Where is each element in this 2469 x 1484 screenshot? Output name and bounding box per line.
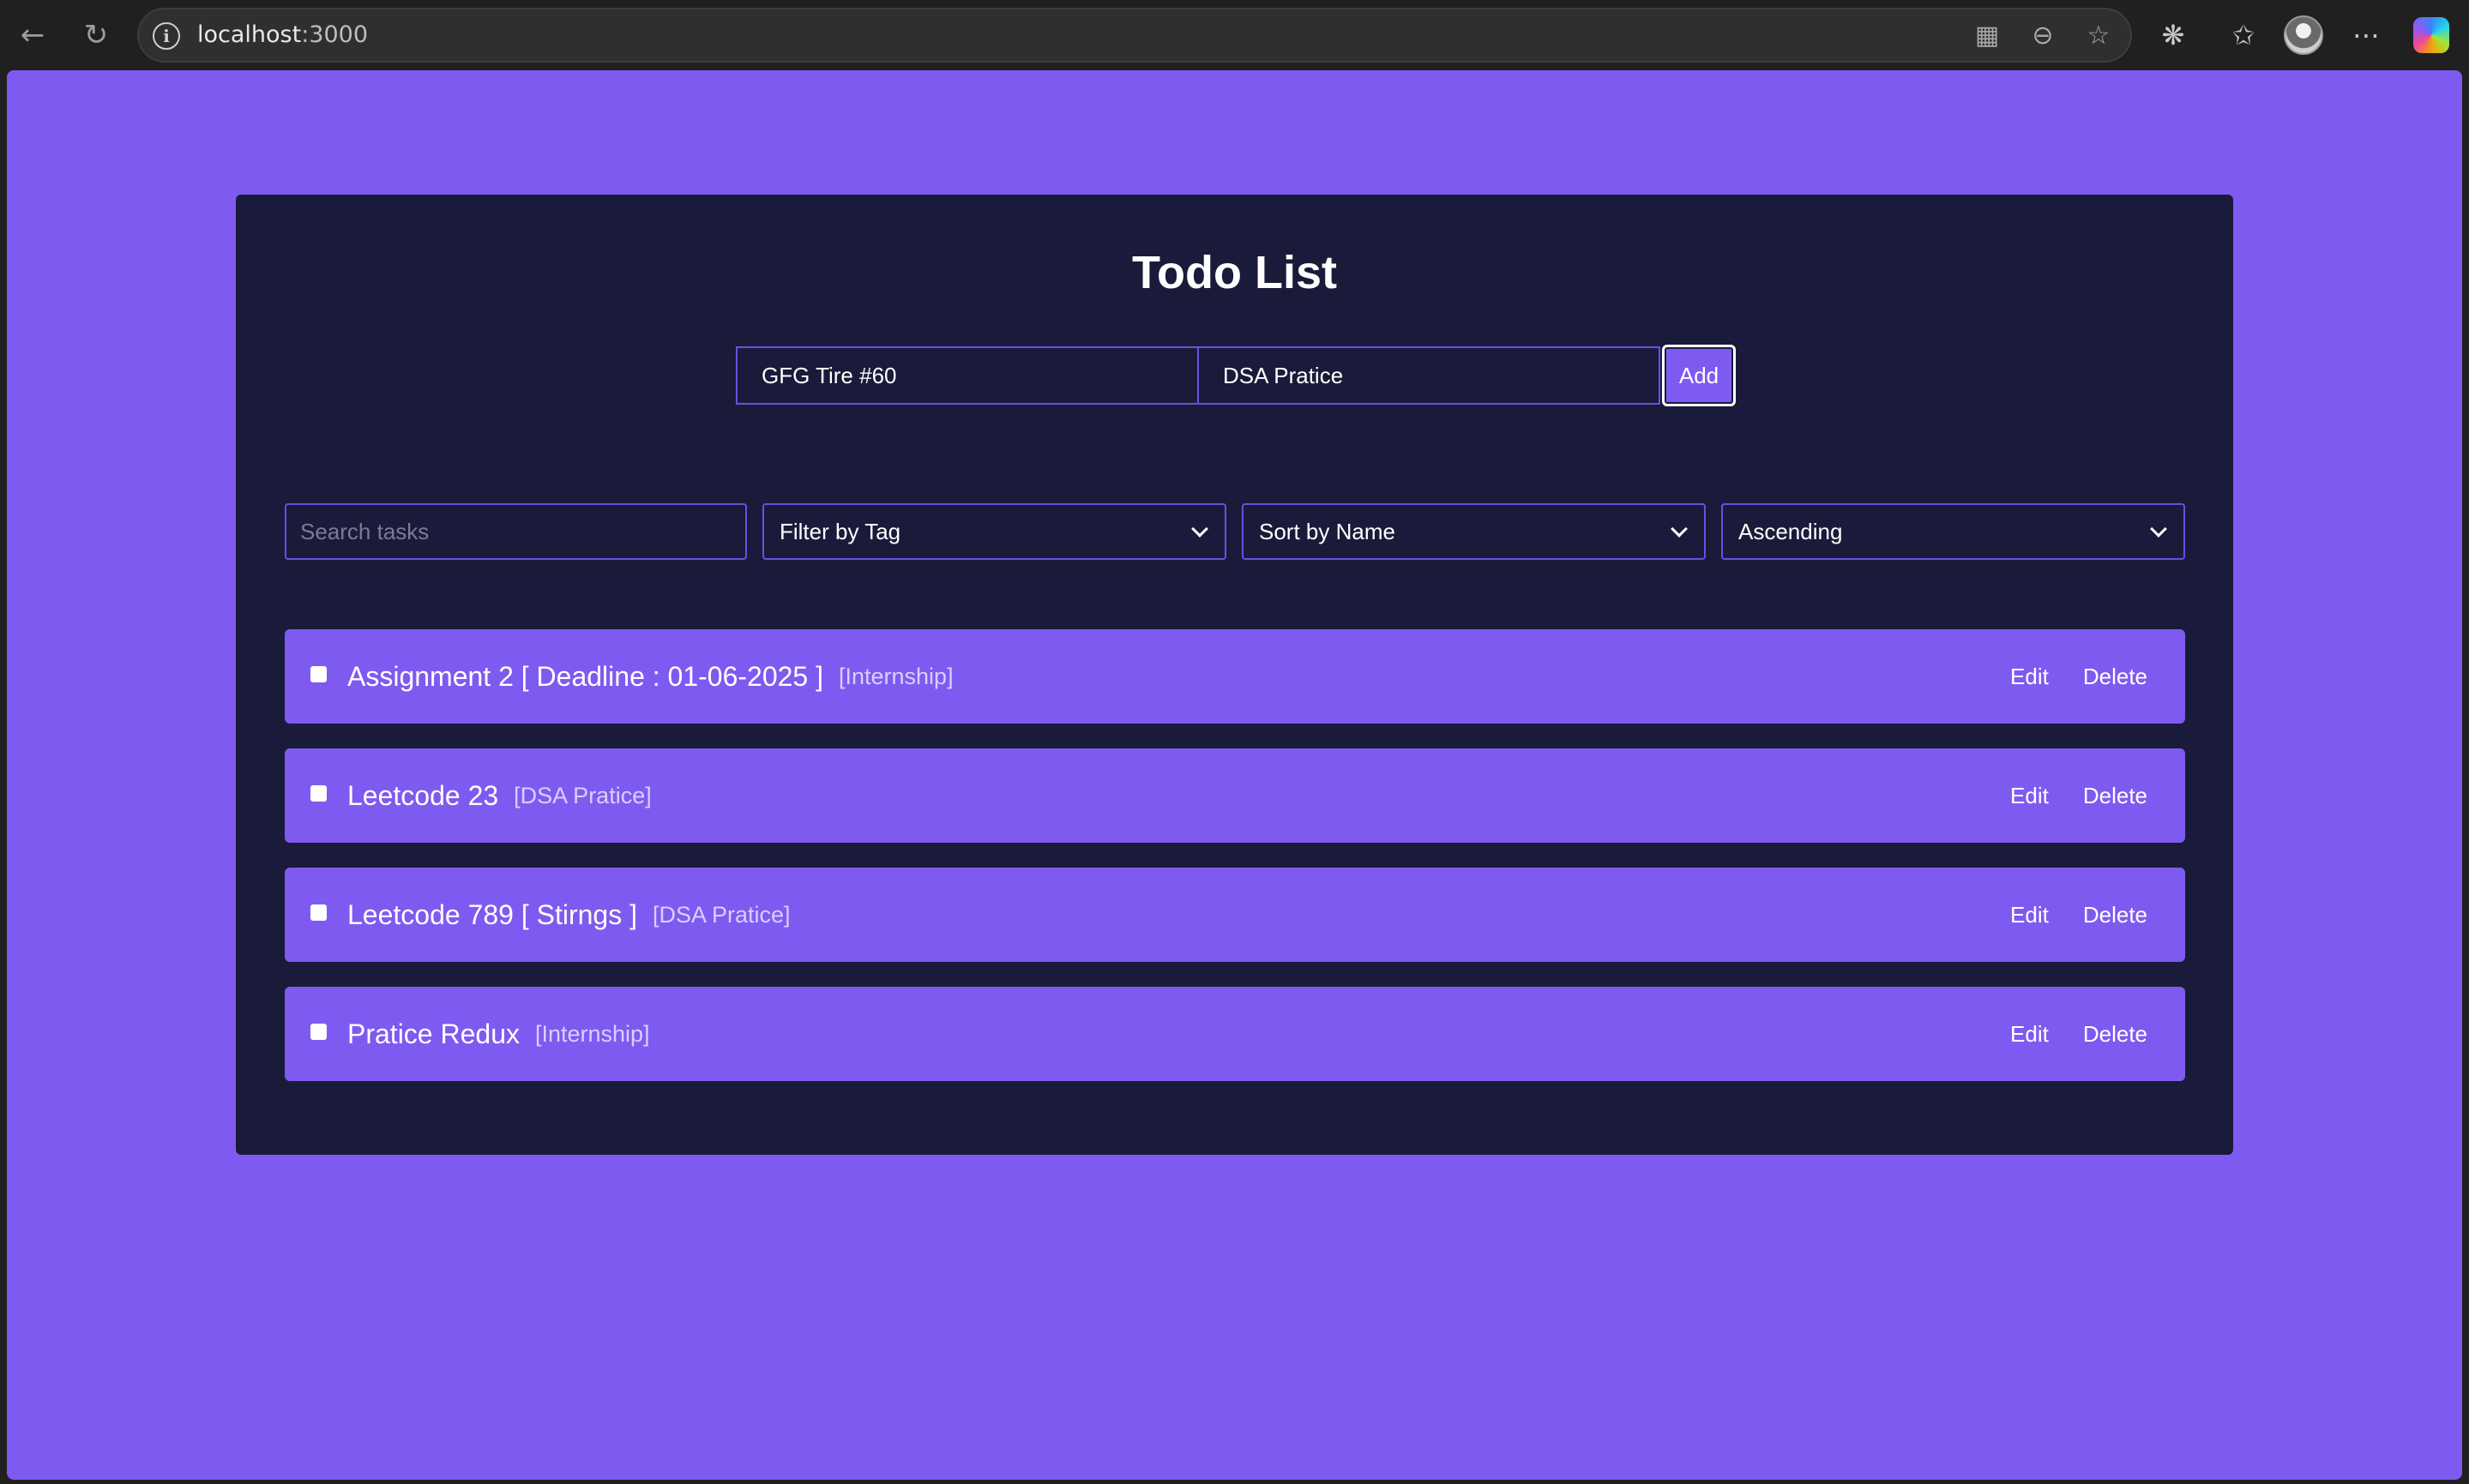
new-task-form: GFG Tire #60 DSA Pratice Add	[736, 345, 1736, 406]
task-checkbox[interactable]	[310, 784, 327, 802]
add-button[interactable]: Add	[1662, 345, 1736, 406]
puzzle-icon[interactable]: ❋	[2153, 15, 2194, 56]
task-item: Leetcode 789 [ Stirngs ] [DSA Pratice] E…	[285, 868, 2185, 962]
task-item: Assignment 2 [ Deadline : 01-06-2025 ] […	[285, 629, 2185, 724]
address-bar[interactable]: i localhost:3000 ▦ ⊖ ☆	[137, 8, 2132, 63]
sort-select-value: Sort by Name	[1259, 518, 1395, 544]
zoom-out-icon[interactable]: ⊖	[2028, 21, 2057, 51]
app-grid-icon[interactable]: ▦	[1972, 21, 2002, 51]
sort-order-select[interactable]: Ascending	[1721, 503, 2185, 560]
sort-by-select[interactable]: Sort by Name	[1242, 503, 1706, 560]
task-text: Assignment 2 [ Deadline : 01-06-2025 ]	[347, 660, 823, 692]
task-tag: [Internship]	[534, 1020, 650, 1047]
search-input[interactable]: Search tasks	[285, 503, 747, 560]
delete-button[interactable]: Delete	[2083, 1021, 2147, 1048]
task-tag: [DSA Pratice]	[514, 782, 652, 808]
back-arrow-icon[interactable]: ←	[12, 15, 53, 56]
task-name-input[interactable]: GFG Tire #60	[736, 346, 1199, 405]
star-icon[interactable]: ☆	[2084, 21, 2113, 51]
delete-button[interactable]: Delete	[2083, 664, 2147, 690]
page-viewport: Todo List GFG Tire #60 DSA Pratice Add S…	[7, 70, 2462, 1480]
favorites-icon[interactable]: ✩	[2223, 15, 2264, 56]
task-text: Pratice Redux	[347, 1018, 520, 1049]
delete-button[interactable]: Delete	[2083, 783, 2147, 809]
task-checkbox[interactable]	[310, 904, 327, 921]
filter-select-value: Filter by Tag	[780, 518, 901, 544]
task-item: Pratice Redux [Internship] Edit Delete	[285, 987, 2185, 1081]
chevron-down-icon	[1191, 520, 1208, 538]
chevron-down-icon	[1671, 520, 1688, 538]
edit-button[interactable]: Edit	[2010, 902, 2049, 928]
task-checkbox[interactable]	[310, 665, 327, 682]
edit-button[interactable]: Edit	[2010, 1021, 2049, 1048]
more-icon[interactable]: ⋯	[2346, 15, 2387, 56]
task-tag: [DSA Pratice]	[653, 901, 791, 928]
info-icon[interactable]: i	[153, 22, 180, 50]
url-text: localhost:3000	[197, 9, 368, 61]
delete-button[interactable]: Delete	[2083, 902, 2147, 928]
todo-panel: Todo List GFG Tire #60 DSA Pratice Add S…	[236, 195, 2233, 1155]
browser-toolbar: ← ↻ i localhost:3000 ▦ ⊖ ☆ ❋ ✩ ⋯	[0, 0, 2469, 70]
refresh-icon[interactable]: ↻	[75, 15, 117, 56]
task-controls: Search tasks Filter by Tag Sort by Name …	[285, 503, 2185, 560]
order-select-value: Ascending	[1738, 518, 1843, 544]
url-host: localhost	[197, 21, 302, 48]
task-text: Leetcode 23	[347, 779, 499, 811]
task-tag: [Internship]	[839, 663, 954, 689]
task-checkbox[interactable]	[310, 1023, 327, 1040]
filter-by-tag-select[interactable]: Filter by Tag	[762, 503, 1226, 560]
task-list: Assignment 2 [ Deadline : 01-06-2025 ] […	[285, 629, 2185, 1106]
profile-avatar[interactable]	[2284, 15, 2323, 55]
task-text: Leetcode 789 [ Stirngs ]	[347, 898, 637, 930]
search-placeholder: Search tasks	[300, 518, 430, 544]
page-title: Todo List	[1132, 247, 1337, 298]
chevron-down-icon	[2150, 520, 2167, 538]
url-port: :3000	[301, 21, 369, 48]
edit-button[interactable]: Edit	[2010, 664, 2049, 690]
task-item: Leetcode 23 [DSA Pratice] Edit Delete	[285, 748, 2185, 843]
task-tag-input[interactable]: DSA Pratice	[1199, 346, 1660, 405]
copilot-icon[interactable]	[2413, 17, 2449, 53]
edit-button[interactable]: Edit	[2010, 783, 2049, 809]
